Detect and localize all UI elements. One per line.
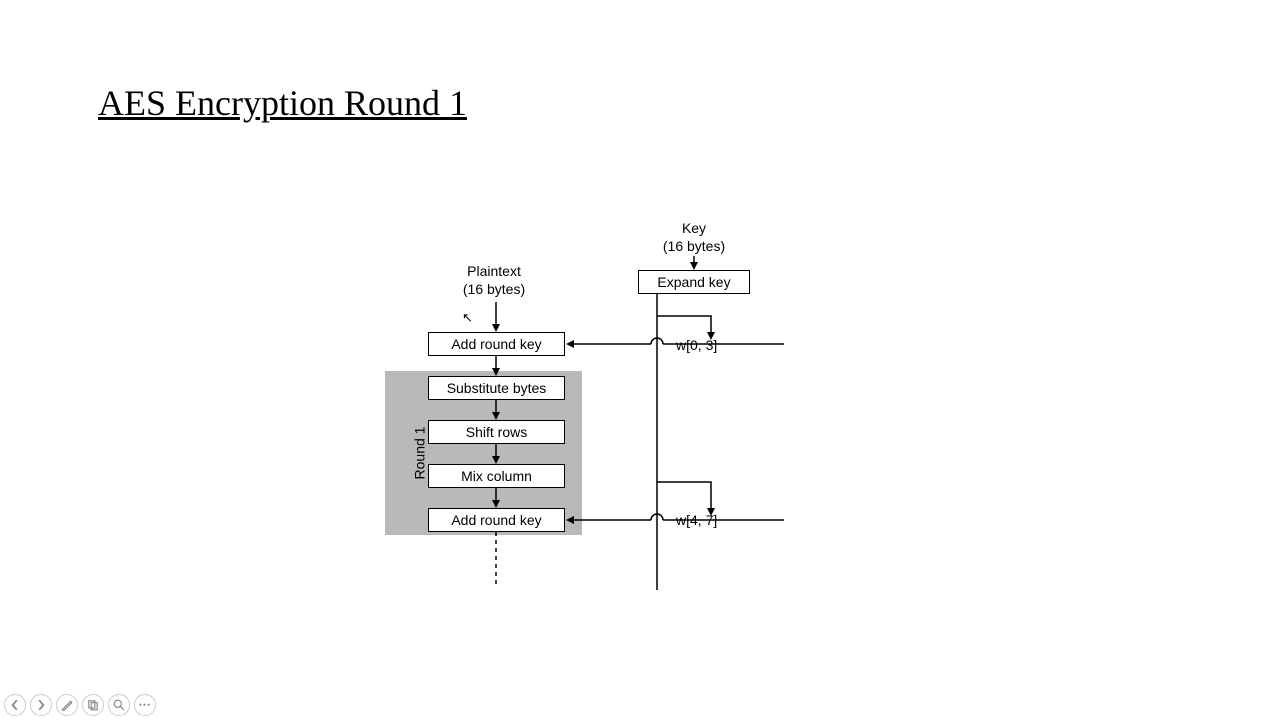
next-slide-button[interactable]: [30, 694, 52, 716]
more-button[interactable]: •••: [134, 694, 156, 716]
ellipsis-icon: •••: [139, 701, 151, 710]
pen-button[interactable]: [56, 694, 78, 716]
slide-title: AES Encryption Round 1: [98, 82, 467, 124]
chevron-right-icon: [35, 699, 47, 711]
aes-diagram: Round 1 Plaintext (16 bytes) Key (16 byt…: [380, 220, 810, 590]
presentation-toolbar: •••: [4, 694, 156, 716]
chevron-left-icon: [9, 699, 21, 711]
prev-slide-button[interactable]: [4, 694, 26, 716]
diagram-connectors: [380, 220, 810, 590]
pen-icon: [61, 699, 73, 711]
copy-button[interactable]: [82, 694, 104, 716]
zoom-button[interactable]: [108, 694, 130, 716]
magnifier-icon: [113, 699, 125, 711]
copy-icon: [87, 699, 99, 711]
